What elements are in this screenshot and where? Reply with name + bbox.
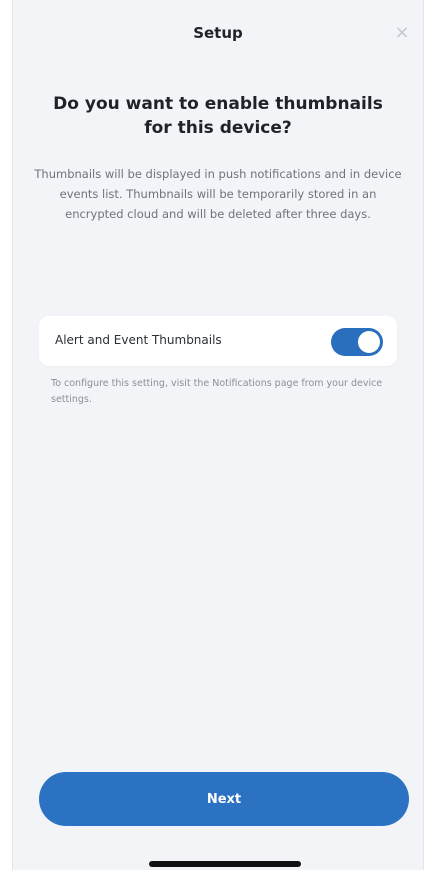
question-heading: Do you want to enable thumbnails for thi… [53,94,383,138]
home-indicator [149,861,301,867]
settings-hint-text: To configure this setting, visit the Not… [51,378,383,405]
close-icon: × [394,22,410,43]
thumbnails-toggle[interactable] [331,328,383,356]
page-title: Setup [193,24,243,42]
description-text: Thumbnails will be displayed in push not… [34,167,402,221]
toggle-knob [358,331,380,353]
setup-screen: Setup × Do you want to enable thumbnails… [12,0,424,870]
close-button[interactable]: × [391,22,413,44]
thumbnails-toggle-label: Alert and Event Thumbnails [55,333,222,347]
header: Setup × [13,0,423,70]
thumbnails-setting-row: Alert and Event Thumbnails [39,316,397,366]
next-button[interactable]: Next [39,772,409,826]
